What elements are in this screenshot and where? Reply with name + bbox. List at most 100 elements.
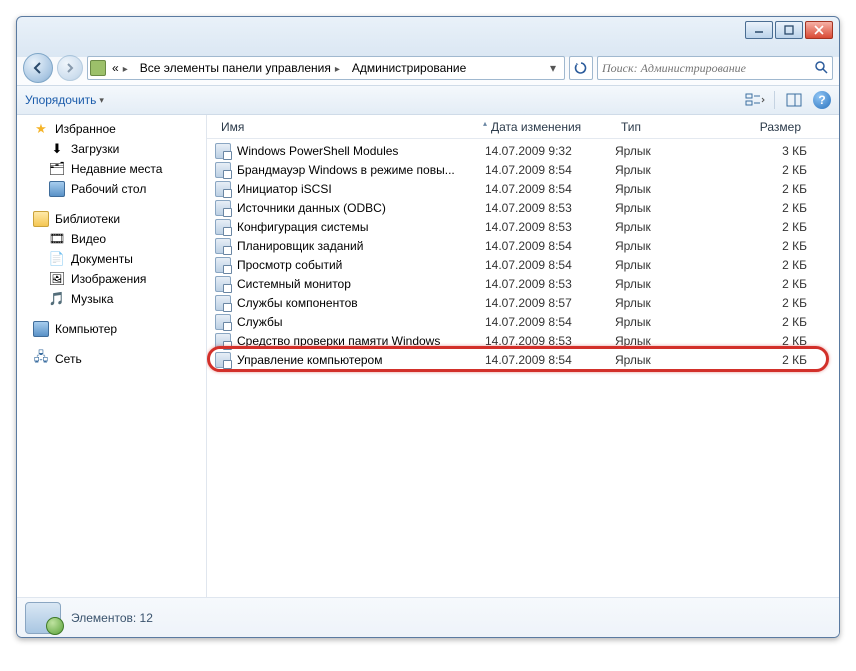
file-row[interactable]: Windows PowerShell Modules14.07.2009 9:3… xyxy=(215,141,839,160)
documents-icon: 📄 xyxy=(49,251,65,267)
tree-libraries[interactable]: Библиотеки xyxy=(19,209,204,229)
file-date: 14.07.2009 8:53 xyxy=(485,201,615,215)
file-size: 3 КБ xyxy=(727,144,807,158)
column-headers: Имя Дата изменения Тип Размер xyxy=(207,115,839,139)
file-name: Источники данных (ODBC) xyxy=(237,201,485,215)
status-text: Элементов: 12 xyxy=(71,611,153,625)
column-name[interactable]: Имя xyxy=(215,120,485,134)
tree-network[interactable]: 🖧 Сеть xyxy=(19,349,204,369)
network-icon: 🖧 xyxy=(33,351,49,367)
file-size: 2 КБ xyxy=(727,239,807,253)
file-type: Ярлык xyxy=(615,182,727,196)
column-date[interactable]: Дата изменения xyxy=(485,120,615,134)
file-date: 14.07.2009 9:32 xyxy=(485,144,615,158)
file-row[interactable]: Планировщик заданий14.07.2009 8:54Ярлык2… xyxy=(215,236,839,255)
preview-pane-button[interactable] xyxy=(783,89,805,111)
shortcut-icon xyxy=(215,238,231,254)
file-type: Ярлык xyxy=(615,201,727,215)
desktop-icon xyxy=(49,181,65,197)
file-name: Службы компонентов xyxy=(237,296,485,310)
file-name: Средство проверки памяти Windows xyxy=(237,334,485,348)
shortcut-icon xyxy=(215,257,231,273)
file-row[interactable]: Просмотр событий14.07.2009 8:54Ярлык2 КБ xyxy=(215,255,839,274)
titlebar xyxy=(17,17,839,51)
navigation-bar: « Все элементы панели управления Админис… xyxy=(17,51,839,85)
file-size: 2 КБ xyxy=(727,353,807,367)
back-button[interactable] xyxy=(23,53,53,83)
breadcrumb-item-1[interactable]: Администрирование xyxy=(350,61,468,75)
file-type: Ярлык xyxy=(615,220,727,234)
file-type: Ярлык xyxy=(615,277,727,291)
body: ★ Избранное ⬇Загрузки 🗂Недавние места Ра… xyxy=(17,115,839,597)
tree-item-documents[interactable]: 📄Документы xyxy=(19,249,204,269)
breadcrumb-prefix[interactable]: « xyxy=(110,61,134,75)
toolbar-separator xyxy=(774,91,775,109)
music-icon: 🎵 xyxy=(49,291,65,307)
file-list-pane: Имя Дата изменения Тип Размер Windows Po… xyxy=(207,115,839,597)
file-date: 14.07.2009 8:53 xyxy=(485,277,615,291)
address-dropdown[interactable]: ▾ xyxy=(544,61,562,75)
tree-computer[interactable]: Компьютер xyxy=(19,319,204,339)
help-button[interactable]: ? xyxy=(813,91,831,109)
address-bar[interactable]: « Все элементы панели управления Админис… xyxy=(87,56,565,80)
file-row[interactable]: Средство проверки памяти Windows14.07.20… xyxy=(215,331,839,350)
shortcut-icon xyxy=(215,314,231,330)
file-row[interactable]: Системный монитор14.07.2009 8:53Ярлык2 К… xyxy=(215,274,839,293)
file-size: 2 КБ xyxy=(727,277,807,291)
search-input[interactable] xyxy=(602,61,814,76)
file-size: 2 КБ xyxy=(727,201,807,215)
file-row[interactable]: Управление компьютером14.07.2009 8:54Ярл… xyxy=(215,350,839,369)
forward-button[interactable] xyxy=(57,55,83,81)
file-date: 14.07.2009 8:54 xyxy=(485,315,615,329)
file-row[interactable]: Инициатор iSCSI14.07.2009 8:54Ярлык2 КБ xyxy=(215,179,839,198)
shortcut-icon xyxy=(215,276,231,292)
file-date: 14.07.2009 8:57 xyxy=(485,296,615,310)
tree-item-downloads[interactable]: ⬇Загрузки xyxy=(19,139,204,159)
file-name: Инициатор iSCSI xyxy=(237,182,485,196)
file-row[interactable]: Источники данных (ODBC)14.07.2009 8:53Яр… xyxy=(215,198,839,217)
file-type: Ярлык xyxy=(615,315,727,329)
refresh-button[interactable] xyxy=(569,56,593,80)
file-rows: Windows PowerShell Modules14.07.2009 9:3… xyxy=(207,139,839,597)
file-date: 14.07.2009 8:54 xyxy=(485,258,615,272)
file-row[interactable]: Службы компонентов14.07.2009 8:57Ярлык2 … xyxy=(215,293,839,312)
tree-item-music[interactable]: 🎵Музыка xyxy=(19,289,204,309)
column-type[interactable]: Тип xyxy=(615,120,727,134)
explorer-window: « Все элементы панели управления Админис… xyxy=(16,16,840,638)
pictures-icon: 🖼 xyxy=(49,271,65,287)
file-date: 14.07.2009 8:54 xyxy=(485,182,615,196)
file-size: 2 КБ xyxy=(727,258,807,272)
file-row[interactable]: Конфигурация системы14.07.2009 8:53Ярлык… xyxy=(215,217,839,236)
file-row[interactable]: Брандмауэр Windows в режиме повы...14.07… xyxy=(215,160,839,179)
column-size[interactable]: Размер xyxy=(727,120,807,134)
video-icon: 🎞 xyxy=(49,231,65,247)
tree-item-recent[interactable]: 🗂Недавние места xyxy=(19,159,204,179)
tree-favorites[interactable]: ★ Избранное xyxy=(19,119,204,139)
file-row[interactable]: Службы14.07.2009 8:54Ярлык2 КБ xyxy=(215,312,839,331)
file-size: 2 КБ xyxy=(727,296,807,310)
navigation-pane: ★ Избранное ⬇Загрузки 🗂Недавние места Ра… xyxy=(17,115,207,597)
tree-item-pictures[interactable]: 🖼Изображения xyxy=(19,269,204,289)
minimize-button[interactable] xyxy=(745,21,773,39)
file-date: 14.07.2009 8:54 xyxy=(485,239,615,253)
view-options-button[interactable] xyxy=(744,89,766,111)
tree-item-video[interactable]: 🎞Видео xyxy=(19,229,204,249)
file-name: Брандмауэр Windows в режиме повы... xyxy=(237,163,485,177)
file-date: 14.07.2009 8:54 xyxy=(485,163,615,177)
control-panel-icon xyxy=(90,60,106,76)
maximize-button[interactable] xyxy=(775,21,803,39)
shortcut-icon xyxy=(215,219,231,235)
computer-icon xyxy=(33,321,49,337)
star-icon: ★ xyxy=(33,121,49,137)
tree-item-desktop[interactable]: Рабочий стол xyxy=(19,179,204,199)
file-name: Конфигурация системы xyxy=(237,220,485,234)
file-type: Ярлык xyxy=(615,163,727,177)
shortcut-icon xyxy=(215,295,231,311)
organize-menu[interactable]: Упорядочить xyxy=(25,93,104,107)
status-bar: Элементов: 12 xyxy=(17,597,839,637)
tree-label: Избранное xyxy=(55,122,116,136)
close-button[interactable] xyxy=(805,21,833,39)
file-name: Службы xyxy=(237,315,485,329)
breadcrumb-item-0[interactable]: Все элементы панели управления xyxy=(138,61,346,75)
search-box[interactable] xyxy=(597,56,833,80)
